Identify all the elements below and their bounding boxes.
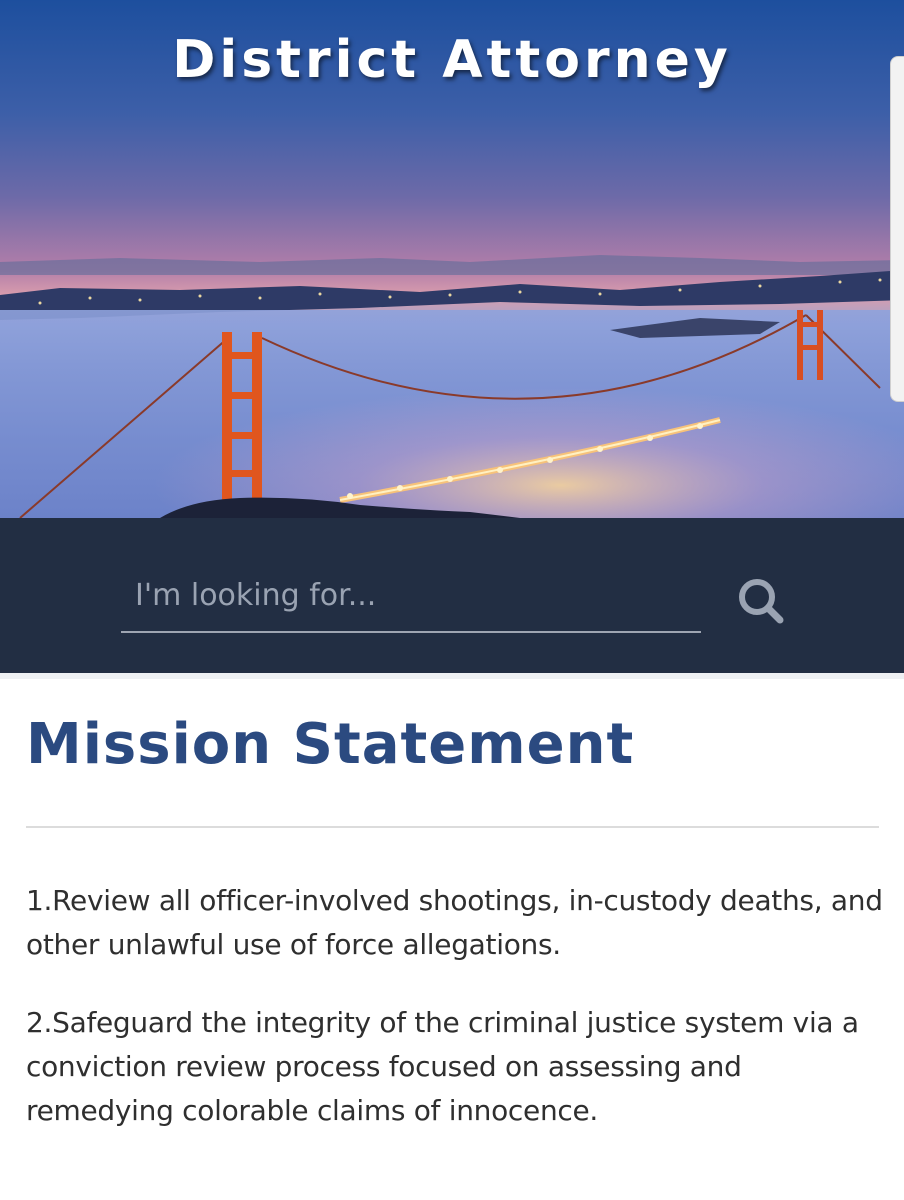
page-title: Mission Statement: [26, 712, 635, 777]
search-input[interactable]: [121, 560, 701, 630]
title-divider: [26, 826, 879, 828]
scrollbar-handle[interactable]: [890, 56, 904, 402]
mission-item-1: 1.Review all officer-involved shootings,…: [26, 884, 883, 961]
site-title: District Attorney: [172, 30, 732, 90]
search-icon: [739, 579, 784, 624]
search-button[interactable]: [730, 570, 790, 630]
search-underline: [121, 631, 701, 633]
section-divider-strip: [0, 673, 904, 679]
hero-banner: District Attorney: [0, 0, 904, 518]
mission-item-2: 2.Safeguard the integrity of the crimina…: [26, 1006, 859, 1127]
